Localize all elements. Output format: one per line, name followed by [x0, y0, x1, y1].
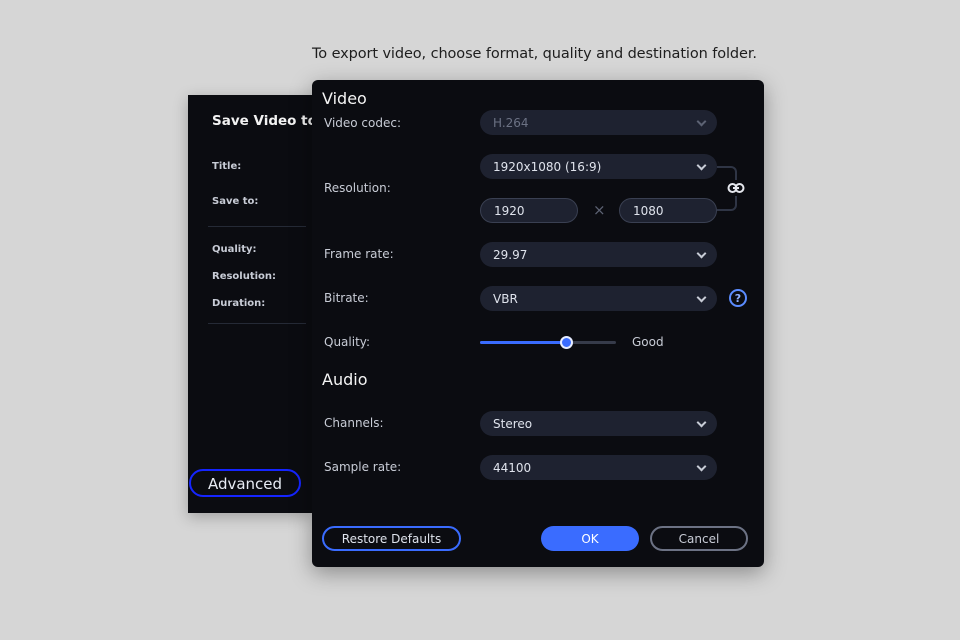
- frame-rate-value: 29.97: [493, 247, 528, 262]
- bitrate-label: Bitrate:: [324, 291, 369, 305]
- save-video-panel: Save Video to Title: Save to: Quality: R…: [188, 95, 317, 513]
- resolution-width-input[interactable]: 1920: [480, 198, 578, 223]
- divider: [208, 323, 306, 324]
- advanced-settings-dialog: Video Video codec: H.264 Resolution: 192…: [312, 80, 764, 567]
- sample-rate-value: 44100: [493, 460, 532, 475]
- duration-label: Duration:: [212, 298, 266, 309]
- save-video-title: Save Video to: [212, 113, 317, 129]
- link-icon[interactable]: [726, 180, 746, 196]
- resolution-label: Resolution:: [212, 271, 277, 282]
- resolution-preset-select[interactable]: 1920x1080 (16:9): [480, 154, 717, 179]
- divider: [208, 226, 306, 227]
- video-codec-value: H.264: [493, 115, 529, 130]
- slider-thumb[interactable]: [559, 336, 573, 349]
- chevron-down-icon: [696, 292, 707, 303]
- restore-defaults-button[interactable]: Restore Defaults: [322, 526, 461, 551]
- quality-slider[interactable]: [480, 336, 616, 349]
- instruction-caption: To export video, choose format, quality …: [312, 46, 757, 62]
- video-section-title: Video: [322, 89, 367, 108]
- ok-button[interactable]: OK: [541, 526, 639, 551]
- frame-rate-label: Frame rate:: [324, 247, 394, 261]
- channels-label: Channels:: [324, 416, 384, 430]
- chevron-down-icon: [696, 116, 707, 127]
- chevron-down-icon: [696, 461, 707, 472]
- resolution-label: Resolution:: [324, 181, 391, 195]
- audio-section-title: Audio: [322, 370, 368, 389]
- resolution-preset-value: 1920x1080 (16:9): [493, 159, 602, 174]
- channels-select[interactable]: Stereo: [480, 411, 717, 436]
- video-codec-select[interactable]: H.264: [480, 110, 717, 135]
- chevron-down-icon: [696, 417, 707, 428]
- frame-rate-select[interactable]: 29.97: [480, 242, 717, 267]
- title-label: Title:: [212, 161, 242, 172]
- resolution-height-input[interactable]: 1080: [619, 198, 717, 223]
- quality-label: Quality:: [324, 335, 371, 349]
- slider-fill: [480, 341, 566, 344]
- chevron-down-icon: [696, 160, 707, 171]
- cancel-button[interactable]: Cancel: [650, 526, 748, 551]
- advanced-button[interactable]: Advanced: [189, 469, 301, 497]
- video-codec-label: Video codec:: [324, 116, 402, 130]
- multiply-icon: ×: [593, 201, 606, 219]
- quality-label: Quality:: [212, 244, 257, 255]
- help-icon[interactable]: ?: [729, 289, 747, 307]
- quality-value: Good: [632, 335, 664, 349]
- chevron-down-icon: [696, 248, 707, 259]
- bitrate-select[interactable]: VBR: [480, 286, 717, 311]
- sample-rate-select[interactable]: 44100: [480, 455, 717, 480]
- channels-value: Stereo: [493, 416, 533, 431]
- sample-rate-label: Sample rate:: [324, 460, 402, 474]
- bitrate-value: VBR: [493, 291, 518, 306]
- save-to-label: Save to:: [212, 196, 259, 207]
